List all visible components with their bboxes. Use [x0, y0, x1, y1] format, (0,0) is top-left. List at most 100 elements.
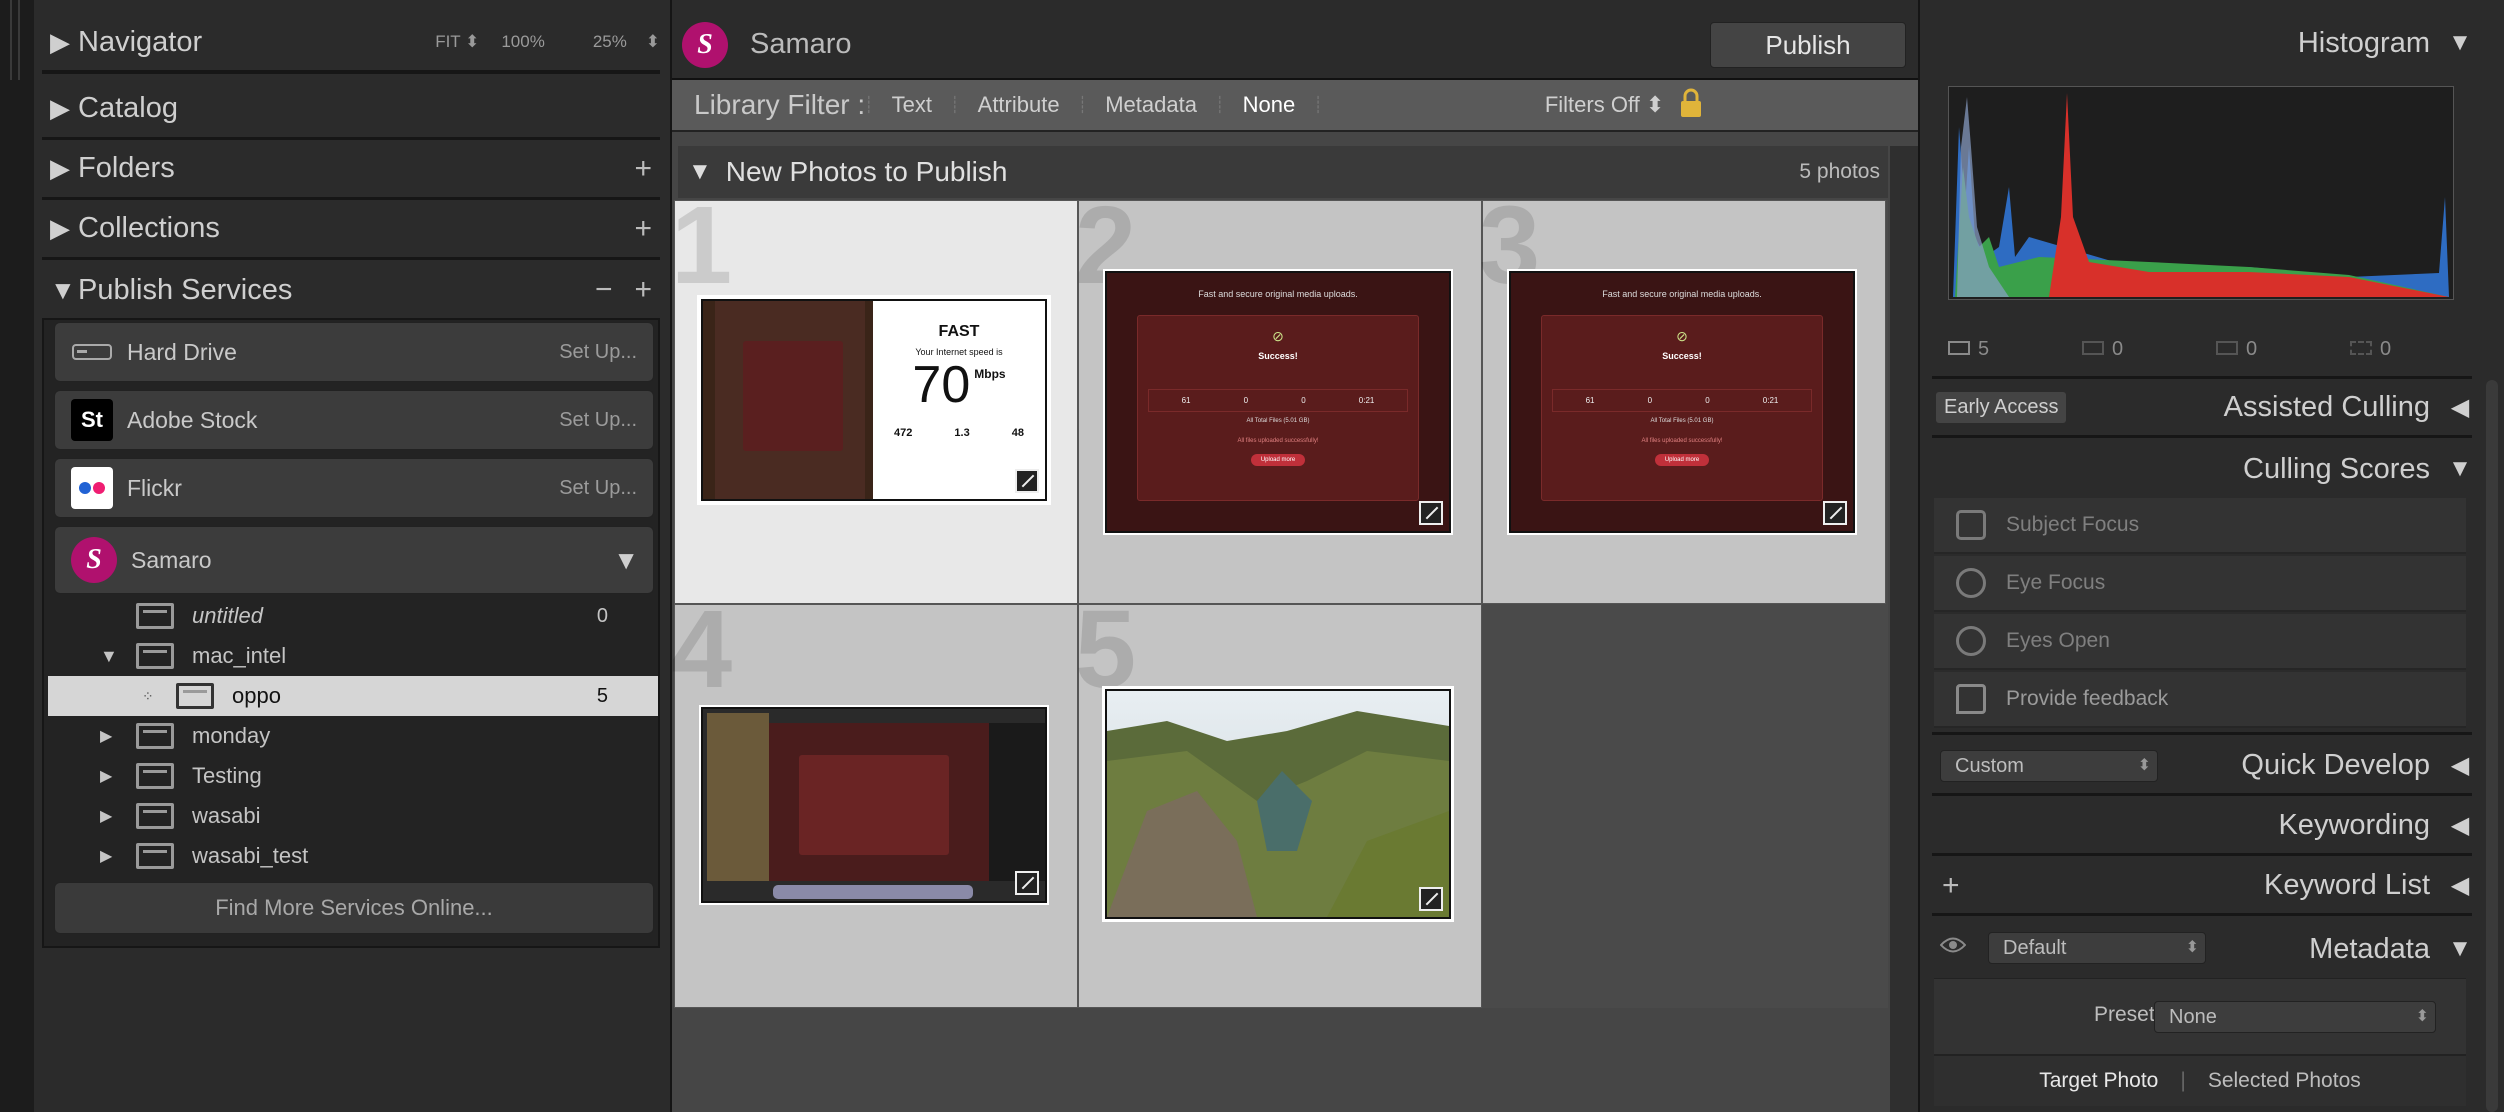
folders-header[interactable]: ▶ Folders + — [42, 140, 660, 200]
info-count-1: 5 — [1948, 338, 2082, 361]
grid-cell[interactable]: 4 — [671, 595, 1078, 1008]
service-samaro[interactable]: S Samaro ▼ — [54, 526, 654, 594]
collection-icon — [176, 683, 214, 709]
filter-tab-text[interactable]: Text — [892, 92, 932, 118]
group-header[interactable]: ▼ New Photos to Publish 5 photos — [678, 146, 1888, 198]
tree-item-testing[interactable]: ▶ Testing — [48, 756, 658, 796]
photo-grid: 1 FAST Your Internet speed is 70 Mbps 47… — [671, 191, 1888, 1008]
service-adobe-stock[interactable]: St Adobe Stock Set Up... — [54, 390, 654, 450]
histogram-header[interactable]: Histogram ▼ — [1932, 14, 2472, 72]
eye-icon — [1956, 626, 1986, 656]
nav-100-option[interactable]: 100% — [501, 32, 544, 52]
lock-icon[interactable] — [1678, 87, 1704, 124]
photo-thumbnail[interactable]: FAST Your Internet speed is 70 Mbps 472 1… — [697, 295, 1051, 505]
cell-number: 4 — [671, 588, 733, 711]
expand-triangle-icon[interactable]: ▶ — [100, 766, 136, 786]
right-panel-scrollbar[interactable] — [2486, 380, 2498, 1112]
photo-thumbnail[interactable]: Fast and secure original media uploads. … — [1507, 269, 1857, 535]
culling-scores-header[interactable]: Culling Scores ▼ — [1932, 440, 2472, 498]
tree-item-oppo[interactable]: ⁘ oppo 5 — [48, 676, 658, 716]
find-more-services-button[interactable]: Find More Services Online... — [54, 882, 654, 934]
filter-tab-metadata[interactable]: Metadata — [1105, 92, 1197, 118]
grid-scrollbar[interactable] — [1890, 146, 1918, 1112]
selected-photos-toggle[interactable]: Selected Photos — [2208, 1069, 2361, 1093]
metadata-view-select[interactable]: Default — [1988, 932, 2206, 964]
metadata-header[interactable]: Default Metadata ▼ — [1932, 920, 2472, 978]
tree-item-wasabi-test[interactable]: ▶ wasabi_test — [48, 836, 658, 876]
eyes-open-item[interactable]: Eyes Open — [1934, 614, 2466, 670]
keyword-list-header[interactable]: + Keyword List ◀ — [1932, 858, 2472, 916]
grid-cell[interactable]: 3 Fast and secure original media uploads… — [1479, 191, 1886, 604]
quick-develop-preset-select[interactable]: Custom — [1940, 750, 2158, 782]
filters-off-select[interactable]: Filters Off ⬍ — [1545, 92, 1665, 118]
service-hard-drive[interactable]: Hard Drive Set Up... — [54, 322, 654, 382]
grid-cell[interactable]: 2 Fast and secure original media uploads… — [1075, 191, 1482, 604]
setup-link[interactable]: Set Up... — [559, 477, 637, 500]
expand-left-triangle-icon[interactable]: ◀ — [2448, 871, 2472, 900]
tree-item-monday[interactable]: ▶ monday — [48, 716, 658, 756]
histogram-title: Histogram — [2297, 26, 2430, 59]
publish-button[interactable]: Publish — [1710, 22, 1906, 68]
grid-cell[interactable]: 1 FAST Your Internet speed is 70 Mbps 47… — [671, 191, 1078, 604]
subject-focus-item[interactable]: Subject Focus — [1934, 498, 2466, 554]
photo-thumbnail[interactable] — [1102, 686, 1454, 922]
feedback-bubble-icon — [1956, 684, 1986, 714]
expand-triangle-icon[interactable]: ▶ — [100, 806, 136, 826]
add-collection-button[interactable]: + — [634, 212, 652, 246]
collapse-triangle-icon[interactable]: ▼ — [688, 158, 712, 186]
histogram-chart[interactable] — [1948, 86, 2454, 300]
assisted-culling-title: Assisted Culling — [2223, 391, 2430, 423]
expand-triangle-icon[interactable]: ▶ — [42, 213, 78, 244]
drag-handle-icon[interactable]: ⁘ — [142, 688, 176, 705]
expand-left-triangle-icon[interactable]: ◀ — [2448, 393, 2472, 422]
service-flickr[interactable]: Flickr Set Up... — [54, 458, 654, 518]
cell-number: 1 — [671, 184, 733, 307]
expand-triangle-icon[interactable]: ▶ — [100, 726, 136, 746]
tree-item-label: oppo — [232, 683, 281, 708]
folders-title: Folders — [78, 152, 175, 184]
remove-service-button[interactable]: − — [595, 273, 613, 307]
collections-header[interactable]: ▶ Collections + — [42, 200, 660, 260]
quick-develop-header[interactable]: Custom Quick Develop ◀ — [1932, 738, 2472, 796]
target-photo-toggle[interactable]: Target Photo — [2039, 1069, 2158, 1093]
tree-item-wasabi[interactable]: ▶ wasabi — [48, 796, 658, 836]
expand-triangle-icon[interactable]: ▶ — [42, 27, 78, 58]
collapse-triangle-icon[interactable]: ▼ — [2448, 935, 2472, 963]
collapse-triangle-icon[interactable]: ▼ — [2448, 29, 2472, 57]
expand-left-triangle-icon[interactable]: ◀ — [2448, 751, 2472, 780]
expand-triangle-icon[interactable]: ▶ — [42, 93, 78, 124]
photo-thumbnail[interactable]: Fast and secure original media uploads. … — [1103, 269, 1453, 535]
publish-services-header[interactable]: ▼ Publish Services − + — [42, 260, 660, 320]
tree-item-count: 5 — [596, 684, 608, 707]
filter-tab-attribute[interactable]: Attribute — [978, 92, 1060, 118]
expand-left-triangle-icon[interactable]: ◀ — [2448, 811, 2472, 840]
expand-triangle-icon[interactable]: ▶ — [42, 153, 78, 184]
filter-tab-none[interactable]: None — [1243, 92, 1296, 118]
nav-25-option[interactable]: 25% ⬍ — [593, 32, 660, 52]
add-folder-button[interactable]: + — [634, 152, 652, 186]
keyword-list-title: Keyword List — [2263, 869, 2430, 901]
tree-item-untitled[interactable]: untitled 0 — [48, 596, 658, 636]
grid-cell[interactable]: 5 — [1075, 595, 1482, 1008]
add-service-button[interactable]: + — [634, 273, 652, 307]
eye-icon[interactable] — [1939, 934, 1967, 961]
provide-feedback-item[interactable]: Provide feedback — [1934, 672, 2466, 728]
photo-thumbnail[interactable] — [699, 705, 1049, 905]
navigator-header[interactable]: ▶ Navigator FIT ⬍ 100% 25% ⬍ — [42, 14, 660, 74]
keywording-header[interactable]: Keywording ◀ — [1932, 798, 2472, 856]
setup-link[interactable]: Set Up... — [559, 341, 637, 364]
tree-item-mac-intel[interactable]: ▼ mac_intel — [48, 636, 658, 676]
collapse-triangle-icon[interactable]: ▼ — [100, 646, 136, 667]
collapse-triangle-icon[interactable]: ▼ — [2448, 455, 2472, 483]
assisted-culling-header[interactable]: Early Access Assisted Culling ◀ — [1932, 380, 2472, 438]
expand-triangle-icon[interactable]: ▶ — [100, 846, 136, 866]
collapse-triangle-icon[interactable]: ▼ — [42, 275, 78, 306]
metadata-preset-select[interactable]: None — [2154, 1001, 2436, 1033]
collapse-service-icon[interactable]: ▼ — [613, 545, 639, 576]
nav-fit-option[interactable]: FIT ⬍ — [435, 32, 479, 52]
left-panel-edge[interactable] — [0, 0, 34, 1112]
setup-link[interactable]: Set Up... — [559, 409, 637, 432]
catalog-header[interactable]: ▶ Catalog — [42, 80, 660, 140]
eye-focus-item[interactable]: Eye Focus — [1934, 556, 2466, 612]
add-keyword-button[interactable]: + — [1942, 869, 1960, 903]
